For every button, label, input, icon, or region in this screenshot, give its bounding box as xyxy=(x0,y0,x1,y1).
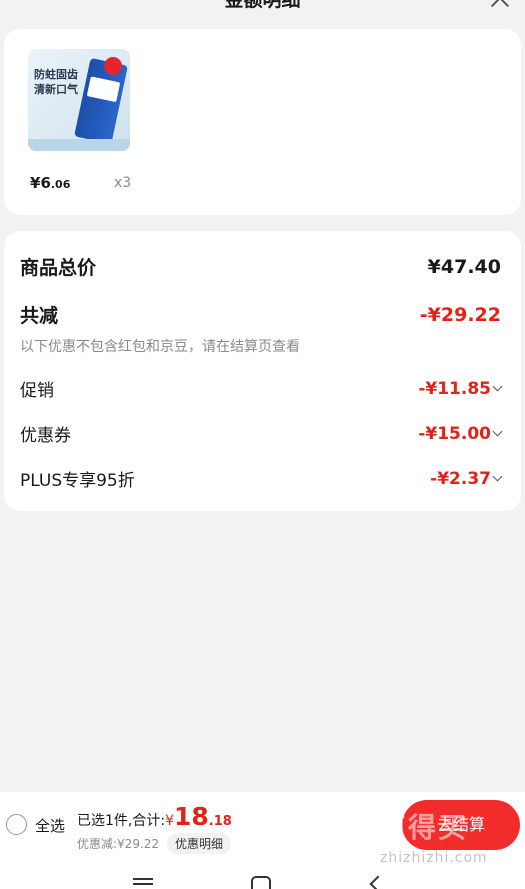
select-all-radio[interactable] xyxy=(6,814,27,835)
total-value: ¥47.40 xyxy=(427,255,501,278)
product-card: 防蛀固齿 清新口气 ¥6.06 x3 xyxy=(4,29,521,215)
menu-icon[interactable] xyxy=(133,878,153,880)
watermark-logo: 值得买 xyxy=(378,811,469,844)
total-symbol: ¥ xyxy=(165,813,174,829)
total-decimal: .18 xyxy=(208,814,232,829)
home-icon[interactable] xyxy=(251,876,271,889)
header: 金额明细 xyxy=(0,0,525,20)
order-summary: 已选1件,合计:¥18.18 xyxy=(77,802,232,831)
select-all-label[interactable]: 全选 xyxy=(35,815,65,836)
back-icon[interactable] xyxy=(369,875,387,889)
promo-row[interactable]: 促销 -¥11.85 xyxy=(20,376,503,401)
close-icon[interactable] xyxy=(489,0,511,8)
coupon-value: -¥15.00 xyxy=(418,424,503,444)
chevron-down-icon xyxy=(492,471,503,482)
discount-text: 优惠减:¥29.22 xyxy=(77,837,160,851)
plus-row[interactable]: PLUS专享95折 -¥2.37 xyxy=(20,466,503,491)
discount-summary: 优惠减:¥29.22 优惠明细 xyxy=(77,833,232,854)
coupon-row[interactable]: 优惠券 -¥15.00 xyxy=(20,421,503,446)
product-price: ¥6.06 xyxy=(30,174,70,192)
price-symbol: ¥ xyxy=(30,174,41,192)
reduce-label: 共减 xyxy=(20,305,59,327)
total-row: 商品总价 ¥47.40 xyxy=(20,253,501,280)
product-image[interactable]: 防蛀固齿 清新口气 xyxy=(28,49,130,151)
chevron-down-icon xyxy=(492,426,503,437)
discount-detail-button[interactable]: 优惠明细 xyxy=(167,833,232,854)
discount-note: 以下优惠不包含红包和京豆，请在结算页查看 xyxy=(20,339,300,355)
chevron-down-icon xyxy=(492,381,503,392)
check-badge-icon xyxy=(104,57,122,75)
image-base-graphic xyxy=(28,139,130,151)
price-integer: 6 xyxy=(40,174,51,192)
product-quantity: x3 xyxy=(114,175,132,191)
product-image-text: 防蛀固齿 清新口气 xyxy=(34,68,78,96)
promo-value: -¥11.85 xyxy=(418,379,503,399)
plus-label: PLUS专享95折 xyxy=(20,471,135,491)
promo-label: 促销 xyxy=(20,381,54,401)
price-breakdown-card: 商品总价 ¥47.40 共减 -¥29.22 以下优惠不包含红包和京豆，请在结算… xyxy=(4,231,521,511)
total-integer: 18 xyxy=(174,802,209,831)
system-nav-bar xyxy=(0,872,525,889)
total-label: 商品总价 xyxy=(20,257,97,279)
coupon-label: 优惠券 xyxy=(20,426,71,446)
plus-value: -¥2.37 xyxy=(430,469,503,489)
price-decimal: .06 xyxy=(50,178,71,191)
selected-text: 已选1件,合计: xyxy=(77,813,166,829)
reduce-row: 共减 -¥29.22 xyxy=(20,301,501,328)
page-title: 金额明细 xyxy=(224,0,301,11)
watermark-url: zhizhizhi.com xyxy=(380,850,488,866)
reduce-value: -¥29.22 xyxy=(419,303,501,326)
